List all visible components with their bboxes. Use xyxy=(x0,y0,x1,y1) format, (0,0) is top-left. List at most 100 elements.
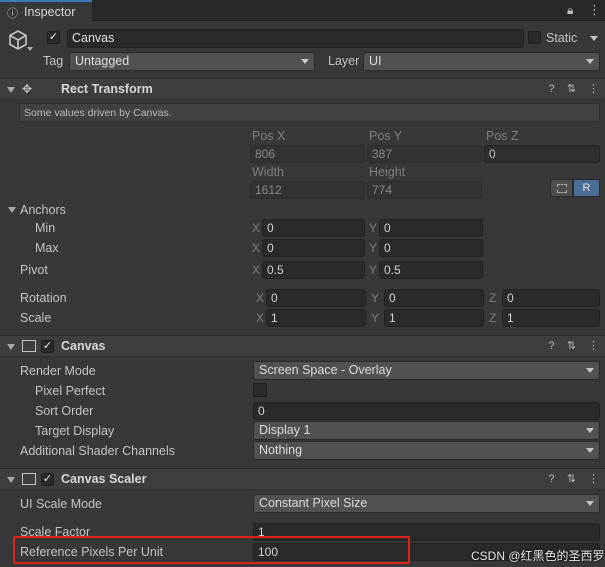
help-icon[interactable]: ? xyxy=(545,340,558,353)
pos-x-label: Pos X xyxy=(252,129,286,143)
foldout-arrow[interactable] xyxy=(7,87,15,93)
gameobject-icon-dropdown[interactable] xyxy=(27,47,33,51)
anchors-label[interactable]: Anchors xyxy=(20,203,66,217)
presets-icon[interactable]: ⇅ xyxy=(565,340,578,353)
layer-label: Layer xyxy=(328,54,360,68)
canvas-enabled-checkbox[interactable]: ✓ xyxy=(41,340,54,353)
foldout-arrow[interactable] xyxy=(7,344,15,350)
foldout-arrow[interactable] xyxy=(7,477,15,483)
component-menu-icon[interactable]: ⋮ xyxy=(587,340,600,353)
tab-label: Inspector xyxy=(24,5,76,19)
static-checkbox[interactable] xyxy=(528,31,541,44)
target-display-dropdown[interactable]: Display 1 xyxy=(253,421,600,440)
info-icon: ⓘ xyxy=(7,8,18,20)
more-icon[interactable]: ⋮ xyxy=(588,2,601,18)
width-label: Width xyxy=(252,165,284,179)
help-icon[interactable]: ? xyxy=(545,473,558,486)
pos-y-label: Pos Y xyxy=(369,129,403,143)
target-display-value: Display 1 xyxy=(259,423,311,437)
canvas-scaler-enabled-checkbox[interactable]: ✓ xyxy=(41,473,54,486)
pos-z-field[interactable]: 0 xyxy=(484,145,600,163)
rot-z-axis: Z xyxy=(489,291,497,305)
pivot-x-field[interactable]: 0.5 xyxy=(262,261,365,279)
active-checkbox[interactable]: ✓ xyxy=(47,31,60,44)
pos-y-field: 387 xyxy=(367,145,482,163)
target-display-label: Target Display xyxy=(35,424,115,438)
pixel-perfect-label: Pixel Perfect xyxy=(35,384,106,398)
min-x-field[interactable]: 0 xyxy=(262,219,365,237)
ui-scale-mode-label: UI Scale Mode xyxy=(20,497,102,511)
raw-edit-button[interactable]: R xyxy=(573,179,600,197)
max-x-field[interactable]: 0 xyxy=(262,239,365,257)
pivot-y-field[interactable]: 0.5 xyxy=(379,261,483,279)
scale-x-axis: X xyxy=(256,311,265,325)
ui-scale-mode-dropdown[interactable]: Constant Pixel Size xyxy=(253,494,600,513)
lock-icon[interactable]: 🔒︎ xyxy=(567,3,573,18)
tab-inspector[interactable]: ⓘ Inspector xyxy=(0,0,92,22)
sort-order-label: Sort Order xyxy=(35,404,94,418)
max-y-axis: Y xyxy=(369,241,378,255)
pivot-label: Pivot xyxy=(20,263,48,277)
scale-y-field[interactable]: 1 xyxy=(384,309,484,327)
canvas-title: Canvas xyxy=(61,339,106,353)
sort-order-field[interactable]: 0 xyxy=(253,402,600,420)
canvas-scaler-title: Canvas Scaler xyxy=(61,472,147,486)
layer-dropdown[interactable]: UI xyxy=(363,52,600,71)
blueprint-icon xyxy=(557,184,567,193)
min-y-field[interactable]: 0 xyxy=(379,219,483,237)
blueprint-mode-button[interactable] xyxy=(550,179,573,197)
canvas-scaler-icon xyxy=(22,473,36,485)
min-label: Min xyxy=(35,221,56,235)
pos-z-label: Pos Z xyxy=(486,129,519,143)
shader-channels-label: Additional Shader Channels xyxy=(20,444,175,458)
highlight-box xyxy=(13,536,410,564)
rot-x-axis: X xyxy=(256,291,265,305)
render-mode-value: Screen Space - Overlay xyxy=(259,363,392,377)
rot-z-field[interactable]: 0 xyxy=(502,289,600,307)
pixel-perfect-checkbox[interactable] xyxy=(253,383,267,397)
canvas-scaler-header[interactable]: ✓ Canvas Scaler ? ⇅ ⋮ xyxy=(0,468,605,490)
max-y-field[interactable]: 0 xyxy=(379,239,483,257)
driven-note-box: Some values driven by Canvas. xyxy=(19,103,600,122)
pos-x-field: 806 xyxy=(250,145,365,163)
min-x-axis: X xyxy=(252,221,261,235)
height-label: Height xyxy=(369,165,406,179)
scale-z-field[interactable]: 1 xyxy=(502,309,600,327)
presets-icon[interactable]: ⇅ xyxy=(565,83,578,96)
component-menu-icon[interactable]: ⋮ xyxy=(587,83,600,96)
component-menu-icon[interactable]: ⋮ xyxy=(587,473,600,486)
raw-edit-label: R xyxy=(582,182,591,194)
scale-label: Scale xyxy=(20,311,52,325)
canvas-header[interactable]: ✓ Canvas ? ⇅ ⋮ xyxy=(0,335,605,357)
object-name-input[interactable]: Canvas xyxy=(67,29,524,48)
anchors-foldout[interactable] xyxy=(8,207,16,213)
pivot-y-axis: Y xyxy=(369,263,378,277)
rot-y-axis: Y xyxy=(371,291,380,305)
render-mode-dropdown[interactable]: Screen Space - Overlay xyxy=(253,361,600,380)
watermark: CSDN @红黑色的圣西罗 xyxy=(471,549,605,563)
presets-icon[interactable]: ⇅ xyxy=(565,473,578,486)
rotation-label: Rotation xyxy=(20,291,67,305)
scale-x-field[interactable]: 1 xyxy=(266,309,366,327)
rect-transform-header[interactable]: ✥ Rect Transform ? ⇅ ⋮ xyxy=(0,78,605,100)
shader-channels-value: Nothing xyxy=(259,443,303,457)
max-x-axis: X xyxy=(252,241,261,255)
static-dropdown[interactable] xyxy=(590,36,598,41)
layer-value: UI xyxy=(369,54,382,68)
ui-scale-mode-value: Constant Pixel Size xyxy=(259,496,368,510)
min-y-axis: Y xyxy=(369,221,378,235)
tag-dropdown[interactable]: Untagged xyxy=(69,52,315,71)
driven-note: Some values driven by Canvas. xyxy=(24,107,172,119)
canvas-component-icon xyxy=(22,340,36,352)
rot-x-field[interactable]: 0 xyxy=(266,289,366,307)
rect-transform-icon: ✥ xyxy=(22,82,33,96)
help-icon[interactable]: ? xyxy=(545,83,558,96)
max-label: Max xyxy=(35,241,59,255)
static-label: Static xyxy=(546,31,578,45)
tag-value: Untagged xyxy=(75,54,130,68)
rot-y-field[interactable]: 0 xyxy=(384,289,484,307)
shader-channels-dropdown[interactable]: Nothing xyxy=(253,441,600,460)
scale-z-axis: Z xyxy=(489,311,497,325)
width-field: 1612 xyxy=(250,181,365,199)
rect-transform-title: Rect Transform xyxy=(61,82,153,96)
